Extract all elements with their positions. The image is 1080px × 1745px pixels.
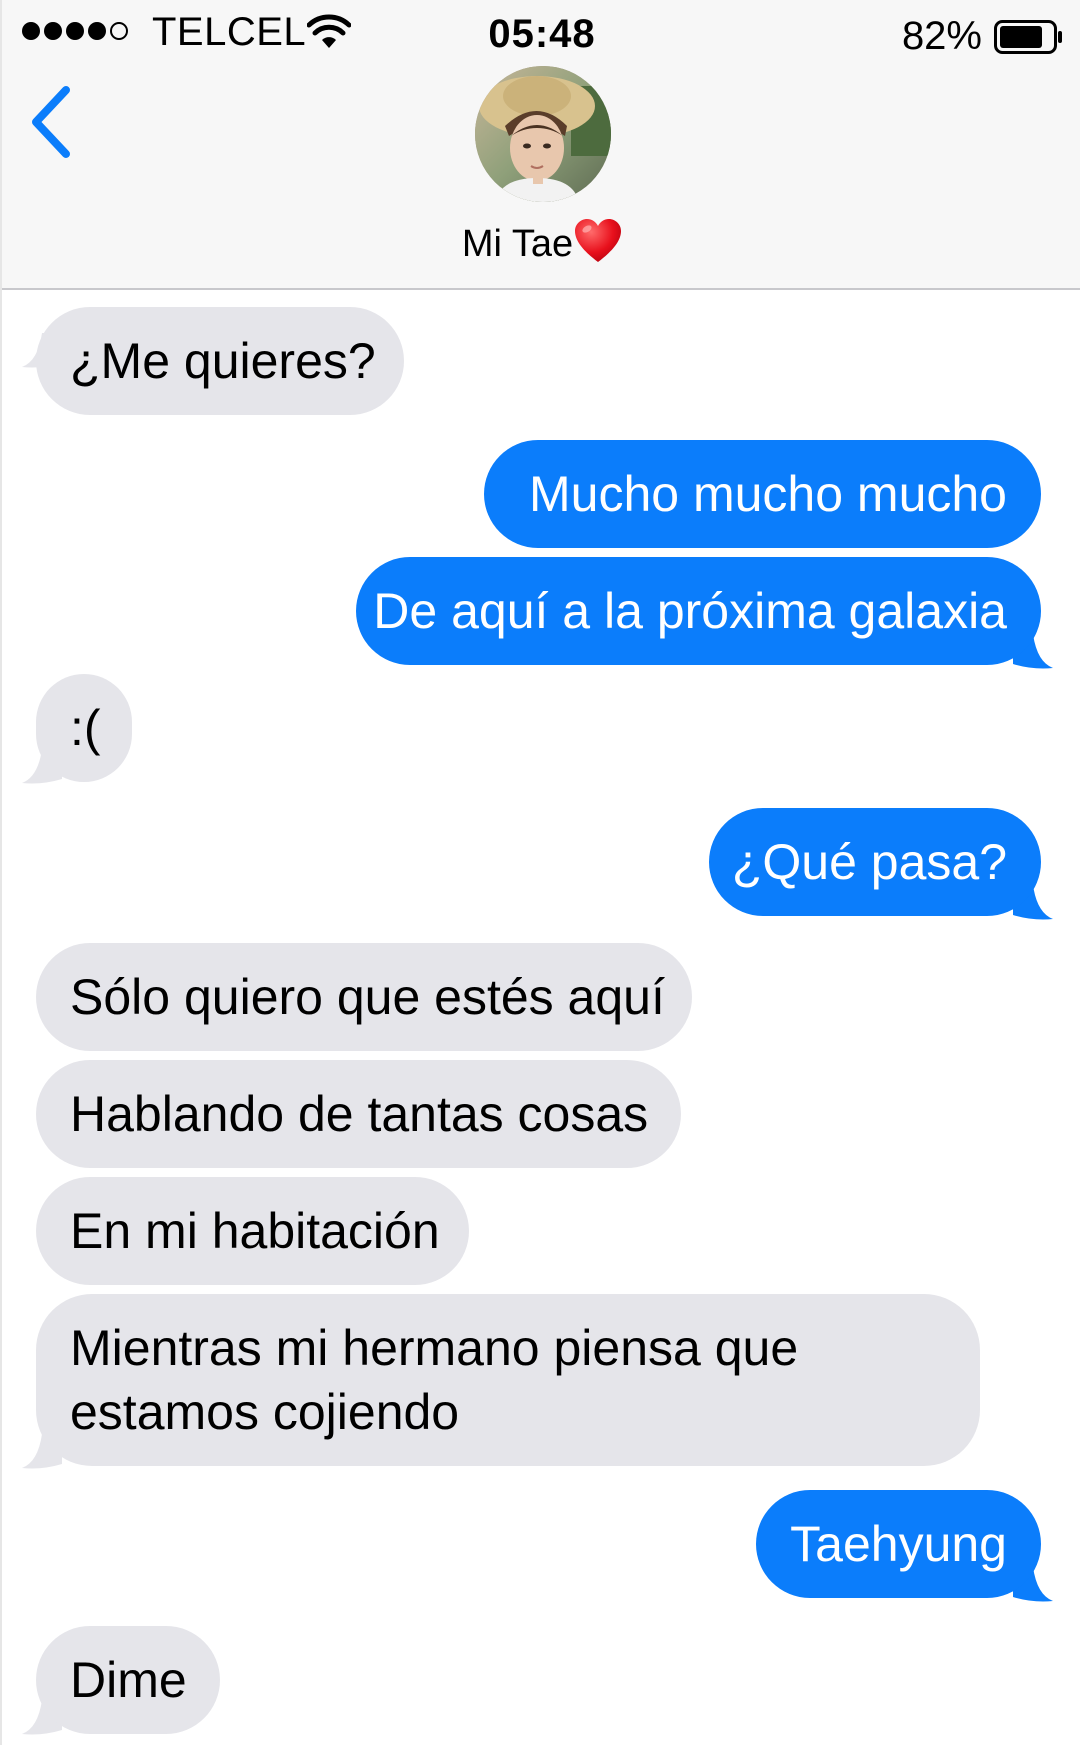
message-text-line: estamos cojiendo <box>70 1384 460 1440</box>
message-bubble-incoming[interactable]: Mientras mi hermano piensa que estamos c… <box>36 1294 980 1466</box>
message-text: De aquí a la próxima galaxia <box>373 583 1007 639</box>
battery-icon <box>994 20 1062 54</box>
message-bubble-outgoing[interactable]: ¿Qué pasa? <box>709 808 1041 916</box>
message-bubble-incoming[interactable]: ¿Me quieres? <box>36 307 404 415</box>
message-text: Sólo quiero que estés aquí <box>70 969 665 1025</box>
message-bubble-incoming[interactable]: Sólo quiero que estés aquí <box>36 943 692 1051</box>
back-chevron-icon[interactable] <box>26 82 78 162</box>
contact-avatar[interactable] <box>475 66 611 202</box>
message-text: ¿Qué pasa? <box>731 834 1007 890</box>
message-bubble-outgoing[interactable]: Mucho mucho mucho <box>484 440 1041 548</box>
message-text-line: Mientras mi hermano piensa que <box>70 1320 799 1376</box>
message-bubble-incoming[interactable]: Hablando de tantas cosas <box>36 1060 681 1168</box>
message-text: En mi habitación <box>70 1203 440 1259</box>
battery-percentage: 82% <box>901 14 982 58</box>
message-text: :( <box>70 700 101 756</box>
conversation-header: TELCEL 05:48 82% Mi Tae <box>2 0 1080 290</box>
red-heart-icon <box>575 219 622 262</box>
message-bubble-outgoing[interactable]: De aquí a la próxima galaxia <box>356 557 1041 665</box>
status-bar: TELCEL 05:48 82% <box>2 0 1080 68</box>
message-bubble-incoming[interactable]: En mi habitación <box>36 1177 469 1285</box>
message-text: Dime <box>70 1652 187 1708</box>
message-text: ¿Me quieres? <box>70 333 376 389</box>
message-bubble-incoming[interactable]: :( <box>36 674 132 782</box>
message-bubble-outgoing[interactable]: Taehyung <box>756 1490 1041 1598</box>
message-text: Hablando de tantas cosas <box>70 1086 649 1142</box>
message-bubble-incoming[interactable]: Dime <box>36 1626 220 1734</box>
message-text: Taehyung <box>790 1516 1007 1572</box>
contact-name-text: Mi Tae <box>461 223 574 265</box>
messages-screen: TELCEL 05:48 82% Mi Tae ¿Me quieres? Muc… <box>0 0 1080 1745</box>
message-text: Mucho mucho mucho <box>528 466 1007 522</box>
contact-name[interactable]: Mi Tae <box>2 218 1080 267</box>
avatar-photo <box>475 66 611 202</box>
